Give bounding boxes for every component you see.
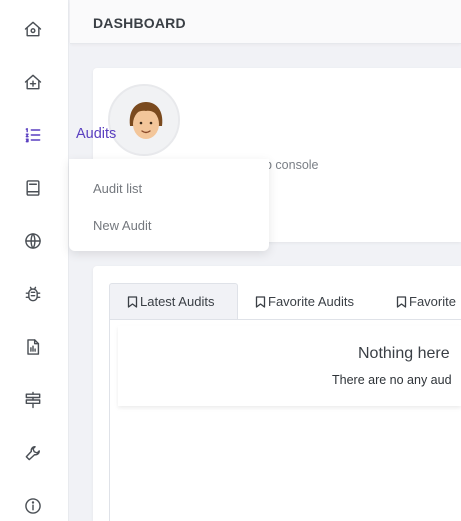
tab-favorite[interactable]: Favorite	[396, 283, 456, 320]
tab-latest-audits[interactable]: Latest Audits	[109, 283, 238, 320]
home-icon[interactable]	[22, 18, 44, 40]
profile-subtitle: b console	[265, 158, 319, 172]
report-icon[interactable]	[22, 336, 44, 358]
sidebar	[0, 0, 69, 521]
globe-icon[interactable]	[22, 230, 44, 252]
audits-flyout: Audits Audit list New Audit	[69, 109, 269, 251]
bookmark-icon	[127, 295, 138, 308]
info-icon[interactable]	[22, 495, 44, 517]
bookmark-icon	[396, 295, 407, 308]
home-plus-icon[interactable]	[22, 71, 44, 93]
wrench-icon[interactable]	[22, 442, 44, 464]
menu-item-new-audit[interactable]: New Audit	[93, 218, 152, 233]
tab-label: Favorite Audits	[268, 294, 354, 309]
empty-state	[118, 326, 461, 406]
signpost-icon[interactable]	[22, 389, 44, 411]
book-icon[interactable]	[22, 177, 44, 199]
bookmark-icon	[255, 295, 266, 308]
bug-icon[interactable]	[22, 283, 44, 305]
empty-state-title: Nothing here	[358, 345, 450, 362]
audit-tabs: Latest Audits Favorite Audits Favorite	[109, 283, 461, 320]
list-numbered-icon[interactable]	[22, 124, 44, 146]
tab-label: Latest Audits	[140, 294, 215, 309]
page-title: DASHBOARD	[93, 15, 186, 31]
topbar: DASHBOARD	[70, 0, 461, 44]
empty-state-message: There are no any aud	[332, 373, 452, 387]
flyout-header: Audits	[69, 109, 269, 159]
menu-item-audit-list[interactable]: Audit list	[93, 181, 142, 196]
flyout-menu: Audit list New Audit	[69, 159, 269, 251]
flyout-title[interactable]: Audits	[76, 126, 116, 142]
tab-label: Favorite	[409, 294, 456, 309]
tab-favorite-audits[interactable]: Favorite Audits	[255, 283, 354, 320]
